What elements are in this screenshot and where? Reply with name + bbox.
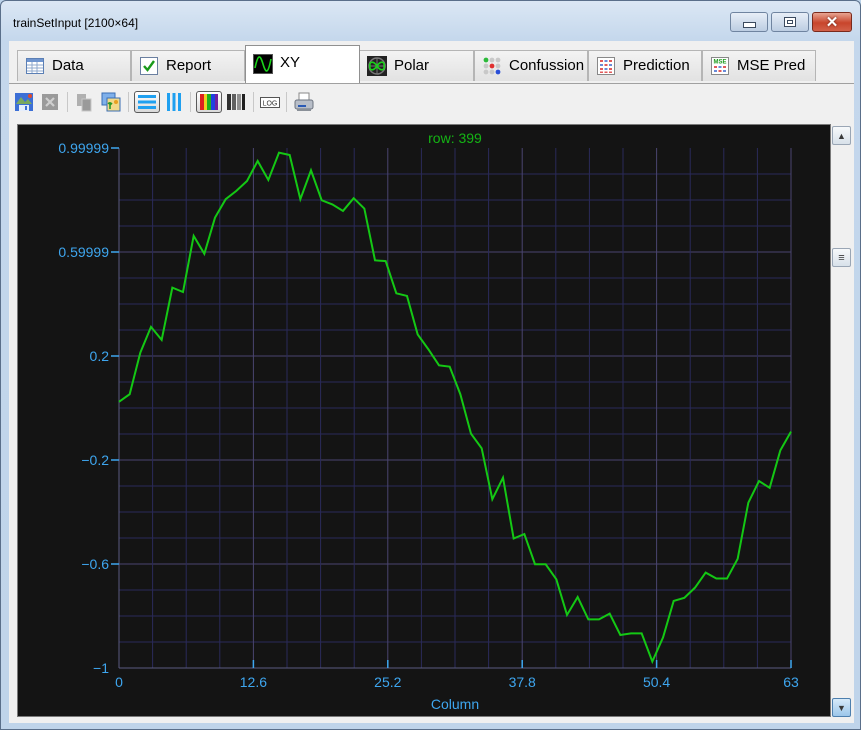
y-tick-label: 0.2 bbox=[90, 348, 110, 364]
print-button[interactable] bbox=[293, 91, 315, 113]
grayscale-palette-button[interactable] bbox=[225, 91, 247, 113]
close-button[interactable]: ✕ bbox=[812, 12, 852, 32]
color-palette-button[interactable] bbox=[196, 91, 222, 113]
tab-xy[interactable]: XY bbox=[245, 45, 360, 83]
table-icon bbox=[26, 58, 44, 74]
toolbar-separator bbox=[190, 92, 191, 112]
scroll-up-button[interactable]: ▲ bbox=[832, 126, 851, 145]
tab-label: Report bbox=[166, 57, 212, 74]
tab-label: MSE Pred bbox=[737, 57, 806, 74]
minimize-icon bbox=[742, 22, 756, 28]
toolbar-separator bbox=[67, 92, 68, 112]
save-image-icon bbox=[15, 93, 33, 111]
svg-text:MSE: MSE bbox=[713, 60, 726, 66]
scroll-down-button[interactable]: ▼ bbox=[832, 698, 851, 717]
grip-icon: ≡ bbox=[838, 251, 845, 264]
minimize-button[interactable] bbox=[730, 12, 768, 32]
copy-image-icon bbox=[101, 92, 121, 112]
y-tick-label: −0.2 bbox=[81, 452, 109, 468]
y-tick-label: −1 bbox=[93, 660, 109, 676]
window-title: trainSetInput [2100×64] bbox=[13, 16, 139, 30]
copy-icon bbox=[77, 94, 92, 112]
tab-data[interactable]: Data bbox=[17, 50, 131, 81]
scroll-thumb[interactable]: ≡ bbox=[832, 248, 851, 267]
x-tick-label: 12.6 bbox=[240, 674, 267, 690]
toolbar: LOG bbox=[9, 87, 854, 117]
toolbar-separator bbox=[128, 92, 129, 112]
rows-mode-button[interactable] bbox=[134, 91, 160, 113]
tab-report[interactable]: Report bbox=[131, 50, 245, 81]
log-icon: LOG bbox=[260, 97, 280, 108]
title-bar[interactable]: trainSetInput [2100×64] ✕ bbox=[1, 1, 860, 41]
tab-label: Data bbox=[52, 57, 84, 74]
tab-confussion[interactable]: Confussion bbox=[474, 50, 588, 81]
arrow-down-icon: ▼ bbox=[837, 702, 846, 713]
x-tick-label: 50.4 bbox=[643, 674, 670, 690]
copy-image-button[interactable] bbox=[100, 91, 122, 113]
maximize-icon bbox=[784, 17, 796, 27]
close-icon: ✕ bbox=[825, 14, 839, 31]
checkmark-icon bbox=[140, 57, 158, 75]
x-tick-label: 25.2 bbox=[374, 674, 401, 690]
x-tick-label: 0 bbox=[115, 674, 123, 690]
toolbar-separator bbox=[253, 92, 254, 112]
svg-text:LOG: LOG bbox=[263, 101, 278, 108]
x-tick-label: 37.8 bbox=[509, 674, 536, 690]
horizontal-lines-icon bbox=[138, 95, 156, 109]
chart-svg: 0.99999 0.59999 0.2 −0.2 −0.6 −1 0 12.6 25.2 37.8… bbox=[58, 130, 799, 712]
xy-chart[interactable]: 0.99999 0.59999 0.2 −0.2 −0.6 −1 0 12.6 25.2 37.8… bbox=[17, 124, 831, 717]
save-image-button[interactable] bbox=[13, 91, 35, 113]
mse-grid-icon: MSE bbox=[711, 57, 729, 75]
y-tick-label: −0.6 bbox=[81, 556, 109, 572]
copy-button[interactable] bbox=[73, 91, 95, 113]
x-axis-label: Column bbox=[431, 696, 479, 712]
confusion-matrix-icon bbox=[483, 57, 501, 75]
export-excel-button[interactable] bbox=[39, 91, 61, 113]
gray-bars-icon bbox=[227, 94, 245, 110]
vertical-scrollbar[interactable]: ▲ ≡ ▼ bbox=[832, 124, 851, 717]
client-area: Data Report XY Polar Confussion Predicti… bbox=[9, 41, 854, 723]
excel-icon bbox=[42, 94, 58, 110]
columns-mode-button[interactable] bbox=[163, 91, 185, 113]
tab-label: Polar bbox=[394, 57, 430, 74]
x-tick-label: 63 bbox=[783, 674, 799, 690]
polar-plot-icon bbox=[367, 56, 387, 76]
toolbar-separator bbox=[286, 92, 287, 112]
y-tick-label: 0.59999 bbox=[58, 244, 109, 260]
log-scale-button[interactable]: LOG bbox=[259, 91, 281, 113]
prediction-grid-icon bbox=[597, 57, 615, 75]
tab-label: Confussion bbox=[509, 57, 585, 74]
tab-label: XY bbox=[280, 54, 301, 71]
y-tick-label: 0.99999 bbox=[58, 140, 109, 156]
maximize-button[interactable] bbox=[771, 12, 809, 32]
tab-polar[interactable]: Polar bbox=[359, 50, 474, 81]
tab-prediction[interactable]: Prediction bbox=[588, 50, 702, 81]
tab-bar: Data Report XY Polar Confussion Predicti… bbox=[9, 41, 854, 84]
sine-wave-icon bbox=[253, 54, 273, 74]
vertical-lines-icon bbox=[167, 93, 181, 111]
app-window: trainSetInput [2100×64] ✕ Data Report XY… bbox=[0, 0, 861, 730]
color-bars-icon bbox=[200, 94, 218, 110]
printer-icon bbox=[294, 92, 314, 111]
tab-label: Prediction bbox=[623, 57, 690, 74]
arrow-up-icon: ▲ bbox=[837, 130, 846, 141]
tab-mse-pred[interactable]: MSE MSE Pred bbox=[702, 50, 816, 81]
chart-title: row: 399 bbox=[428, 130, 482, 146]
